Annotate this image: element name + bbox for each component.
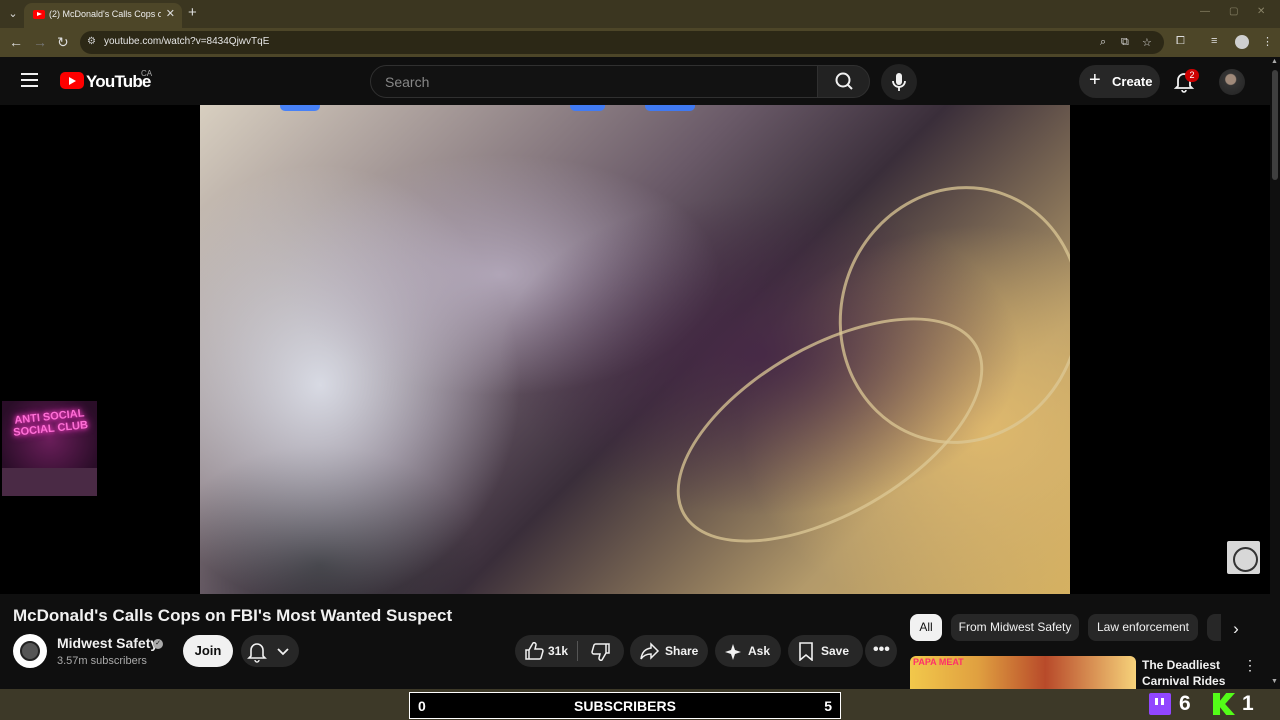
tab-search-chevron-icon[interactable]: ⌄	[4, 5, 22, 23]
microphone-icon	[892, 73, 906, 91]
region-code: CA	[141, 69, 153, 78]
thumbnail-text: PAPA MEAT	[913, 657, 964, 667]
share-label: Share	[665, 644, 699, 658]
subscription-notifications-button[interactable]	[241, 635, 299, 667]
browser-tab[interactable]: (2) McDonald's Calls Cops on FBI's Most …	[24, 3, 182, 28]
account-avatar[interactable]	[1219, 69, 1245, 95]
save-button[interactable]: Save	[788, 635, 863, 667]
like-count[interactable]: 31k	[548, 644, 568, 658]
plus-icon: +	[1089, 69, 1101, 91]
counter-label: SUBSCRIBERS	[574, 698, 676, 714]
scroll-up-arrow-icon[interactable]: ▲	[1271, 58, 1278, 65]
recommendation-title[interactable]: The Deadliest Carnival Rides	[1142, 657, 1232, 689]
channel-name[interactable]: Midwest Safety	[57, 635, 158, 651]
thumbs-down-icon[interactable]	[591, 643, 611, 661]
verified-check-icon: ✓	[153, 639, 163, 649]
video-light-blur	[645, 105, 695, 111]
ask-label: Ask	[748, 644, 771, 658]
webcam-overlay: ANTI SOCIAL SOCIAL CLUB	[2, 401, 97, 496]
youtube-logo-icon[interactable]	[60, 72, 84, 89]
more-horizontal-icon: •••	[873, 641, 890, 658]
forward-icon[interactable]: →	[33, 34, 47, 50]
search-box	[370, 65, 818, 98]
save-label: Save	[821, 644, 850, 658]
like-divider	[577, 641, 578, 661]
chip-all[interactable]: All	[910, 614, 942, 641]
search-input[interactable]	[385, 73, 805, 91]
share-arrow-icon	[640, 642, 660, 660]
back-icon[interactable]: ←	[9, 34, 23, 50]
chevron-right-icon[interactable]: ›	[1224, 617, 1248, 641]
create-label: Create	[1112, 74, 1153, 89]
browser-tab-bar: ⌄ (2) McDonald's Calls Cops on FBI's Mos…	[0, 0, 1280, 28]
youtube-header: YouTube CA + Create 2	[0, 57, 1270, 105]
video-light-blur	[280, 105, 320, 111]
scroll-down-arrow-icon[interactable]: ▼	[1271, 678, 1278, 685]
ask-button[interactable]: Ask	[715, 635, 781, 667]
extensions-icon[interactable]: ⧠	[1176, 35, 1185, 48]
bookmark-icon	[799, 642, 813, 661]
video-frame[interactable]	[200, 105, 1070, 594]
chip-from-channel[interactable]: From Midwest Safety	[951, 614, 1079, 641]
channel-avatar[interactable]	[13, 634, 47, 668]
scrollbar-thumb[interactable]	[1272, 70, 1278, 180]
tab-title: (2) McDonald's Calls Cops on FBI's Most …	[49, 9, 161, 19]
create-button[interactable]: + Create	[1079, 65, 1160, 98]
maximize-icon[interactable]: ▢	[1229, 6, 1238, 17]
zoom-icon[interactable]: ⌕	[1100, 36, 1106, 49]
kick-viewer-count: 1	[1242, 692, 1254, 715]
chip-partial[interactable]	[1207, 614, 1221, 641]
subscriber-goal-counter: 0 SUBSCRIBERS 5	[409, 692, 841, 719]
voice-search-button[interactable]	[881, 64, 917, 100]
minimize-icon[interactable]: —	[1200, 6, 1210, 17]
counter-goal: 5	[824, 698, 832, 714]
install-app-icon[interactable]: ⧉	[1121, 36, 1129, 49]
subscriber-count: 3.57m subscribers	[57, 655, 147, 667]
menu-icon[interactable]	[21, 73, 38, 87]
more-vertical-icon[interactable]: ⋮	[1243, 657, 1257, 674]
bell-icon	[247, 643, 289, 663]
window-close-icon[interactable]: ✕	[1257, 6, 1265, 17]
reading-list-icon[interactable]: ≡	[1211, 35, 1217, 47]
youtube-favicon-icon	[33, 10, 45, 19]
channel-watermark-icon[interactable]	[1227, 541, 1260, 574]
thumbs-up-icon[interactable]	[524, 642, 544, 660]
twitch-viewer-count: 6	[1179, 692, 1191, 715]
search-icon	[835, 72, 853, 90]
more-actions-button[interactable]: •••	[865, 635, 897, 667]
neon-sign: ANTI SOCIAL SOCIAL CLUB	[12, 407, 89, 439]
reload-icon[interactable]: ↻	[57, 34, 69, 51]
video-light-blur	[570, 105, 605, 111]
address-bar[interactable]: ⚙ youtube.com/watch?v=8434QjwvTqE ⌕ ⧉ ☆	[80, 31, 1164, 54]
webcam-floor	[2, 468, 97, 496]
share-button[interactable]: Share	[630, 635, 708, 667]
sparkle-icon	[725, 644, 741, 660]
site-info-icon[interactable]: ⚙	[87, 36, 98, 48]
tab-close-icon[interactable]: ✕	[166, 7, 175, 20]
join-button[interactable]: Join	[183, 635, 233, 667]
video-title: McDonald's Calls Cops on FBI's Most Want…	[13, 606, 453, 625]
search-button[interactable]	[817, 65, 870, 98]
chip-law-enforcement[interactable]: Law enforcement	[1088, 614, 1198, 641]
twitch-icon	[1149, 693, 1171, 715]
browser-toolbar: ← → ↻ ⚙ youtube.com/watch?v=8434QjwvTqE …	[0, 28, 1280, 57]
browser-profile-avatar[interactable]	[1235, 35, 1249, 49]
browser-menu-icon[interactable]: ⋮	[1262, 35, 1273, 48]
url-text: youtube.com/watch?v=8434QjwvTqE	[104, 36, 270, 47]
like-dislike-group: 31k	[515, 635, 624, 667]
notification-badge: 2	[1185, 69, 1199, 82]
bookmark-star-icon[interactable]: ☆	[1142, 36, 1152, 49]
recommendation-thumbnail[interactable]: PAPA MEAT	[910, 656, 1136, 689]
new-tab-button[interactable]: +	[188, 4, 197, 21]
